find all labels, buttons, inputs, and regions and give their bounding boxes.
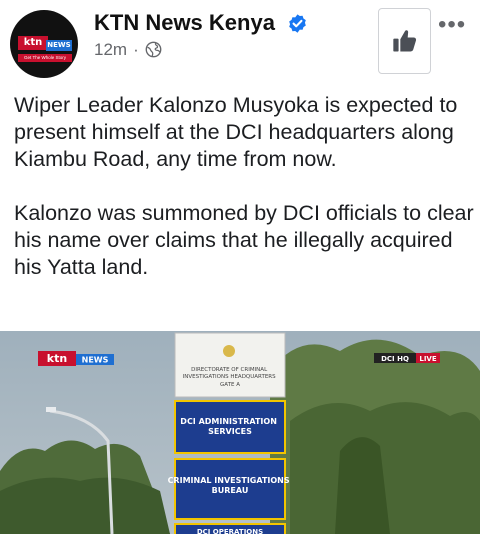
globe-icon xyxy=(145,41,162,58)
avatar-logo-news: NEWS xyxy=(46,40,72,51)
avatar-logo-ktn: ktn xyxy=(18,36,48,50)
meta-separator: · xyxy=(133,40,139,59)
avatar[interactable]: ktn NEWS Get The Whole Story xyxy=(10,10,78,78)
post-paragraph-1: Wiper Leader Kalonzo Musyoka is expected… xyxy=(14,93,458,171)
news-photo: DIRECTORATE OF CRIMINAL INVESTIGATIONS H… xyxy=(0,331,480,534)
live-location-text: DCI HQ xyxy=(381,355,409,363)
post-time[interactable]: 12m xyxy=(94,40,127,59)
thumbs-up-icon xyxy=(392,30,416,52)
post-text: Wiper Leader Kalonzo Musyoka is expected… xyxy=(14,92,474,308)
verified-check-icon xyxy=(289,14,306,33)
post-paragraph-2: Kalonzo was summoned by DCI officials to… xyxy=(14,201,474,279)
ktn-watermark-text: ktn xyxy=(47,352,67,365)
avatar-tagline: Get The Whole Story xyxy=(18,54,72,62)
sign-operations-text: DCI OPERATIONS xyxy=(197,528,263,534)
ktn-watermark-news: NEWS xyxy=(82,356,109,365)
post-image[interactable]: DIRECTORATE OF CRIMINAL INVESTIGATIONS H… xyxy=(0,331,480,534)
post-meta: 12m · xyxy=(94,40,162,60)
live-text: LIVE xyxy=(419,355,436,363)
more-options-icon[interactable]: ••• xyxy=(438,13,466,37)
post-header: ktn NEWS Get The Whole Story KTN News Ke… xyxy=(0,0,480,84)
dci-emblem-icon xyxy=(223,345,235,357)
like-button[interactable] xyxy=(378,8,431,74)
page-name[interactable]: KTN News Kenya xyxy=(94,10,275,36)
